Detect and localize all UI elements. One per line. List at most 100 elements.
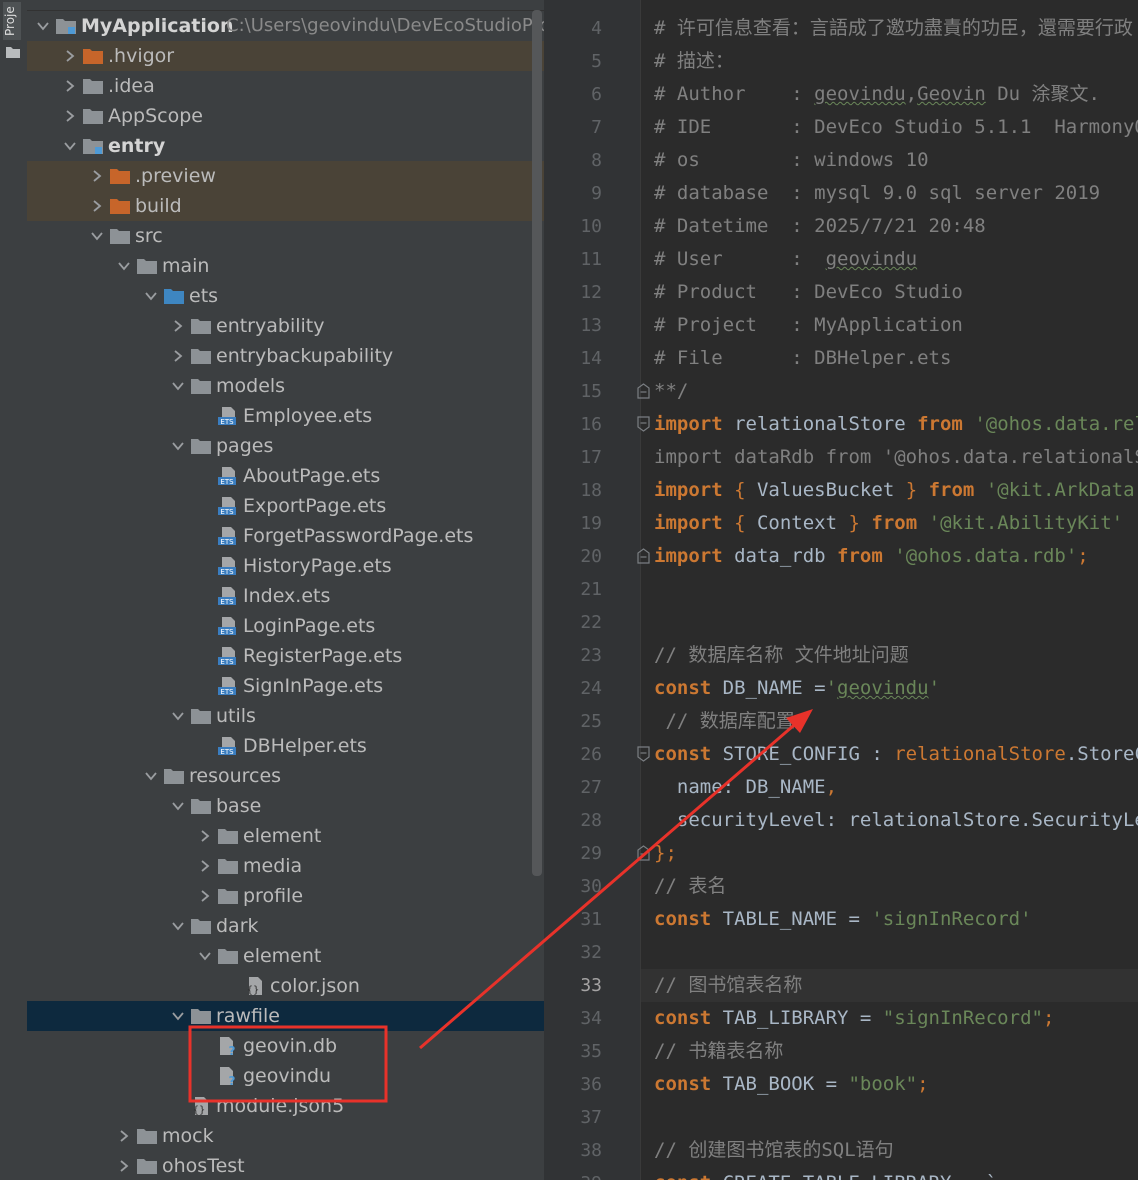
chevron-right-icon[interactable] <box>64 110 76 122</box>
code-line[interactable]: import { Context } from '@kit.AbilityKit… <box>654 507 1123 540</box>
tree-folder-item[interactable]: utils <box>27 701 544 731</box>
code-line[interactable]: # User : geovindu <box>654 243 917 276</box>
code-line[interactable]: // 数据库名称 文件地址问题 <box>654 639 909 672</box>
fold-marker-icon[interactable] <box>637 416 650 432</box>
code-line[interactable]: # Author : geovindu,Geovin Du 涂聚文. <box>654 78 1100 111</box>
project-tool-tab[interactable]: Proje <box>3 2 21 40</box>
tree-file-item[interactable]: ETS LoginPage.ets <box>27 611 544 641</box>
code-line[interactable]: import { ValuesBucket } from '@kit.ArkDa… <box>654 474 1138 507</box>
line-number[interactable]: 38 <box>544 1134 602 1167</box>
chevron-down-icon[interactable] <box>172 920 184 932</box>
line-number[interactable]: 35 <box>544 1035 602 1068</box>
code-line[interactable]: **/ <box>654 375 688 408</box>
line-number[interactable]: 33 <box>544 969 602 1002</box>
line-number[interactable]: 27 <box>544 771 602 804</box>
chevron-down-icon[interactable] <box>64 140 76 152</box>
tree-file-item[interactable]: ? geovin.db <box>27 1031 544 1061</box>
line-number[interactable]: 28 <box>544 804 602 837</box>
code-line[interactable]: # IDE : DevEco Studio 5.1.1 HarmonyOS <box>654 111 1138 144</box>
fold-marker-icon[interactable] <box>637 746 650 762</box>
code-editor[interactable]: 4 5 6 7 8 9 10 11 12 13 14 15 16 17 18 19 20 21 22 23 24 25 26… <box>544 0 1138 1180</box>
code-line[interactable]: // 数据库配置 <box>654 705 794 738</box>
line-number[interactable]: 13 <box>544 309 602 342</box>
code-line[interactable]: // 表名 <box>654 870 726 903</box>
line-number[interactable]: 37 <box>544 1101 602 1134</box>
tree-folder-item[interactable]: profile <box>27 881 544 911</box>
chevron-right-icon[interactable] <box>64 50 76 62</box>
tree-file-item[interactable]: ETS AboutPage.ets <box>27 461 544 491</box>
code-line[interactable]: name: DB_NAME, <box>654 771 837 804</box>
line-number[interactable]: 14 <box>544 342 602 375</box>
code-line[interactable]: # Project : MyApplication <box>654 309 963 342</box>
line-number[interactable]: 5 <box>544 45 602 78</box>
tree-file-item[interactable]: ETS DBHelper.ets <box>27 731 544 761</box>
line-number[interactable]: 18 <box>544 474 602 507</box>
chevron-right-icon[interactable] <box>172 320 184 332</box>
tree-folder-item[interactable]: MyApplication C:\Users\geovindu\DevEcoStu… <box>27 11 544 41</box>
chevron-right-icon[interactable] <box>118 1130 130 1142</box>
line-number[interactable]: 39 <box>544 1167 602 1180</box>
tree-file-item[interactable]: ETS RegisterPage.ets <box>27 641 544 671</box>
chevron-down-icon[interactable] <box>199 950 211 962</box>
line-number[interactable]: 29 <box>544 837 602 870</box>
tree-file-item[interactable]: ETS Employee.ets <box>27 401 544 431</box>
chevron-right-icon[interactable] <box>199 890 211 902</box>
code-line[interactable]: # File : DBHelper.ets <box>654 342 951 375</box>
tree-folder-item[interactable]: element <box>27 821 544 851</box>
chevron-down-icon[interactable] <box>118 260 130 272</box>
tree-file-item[interactable]: ETS ForgetPasswordPage.ets <box>27 521 544 551</box>
chevron-down-icon[interactable] <box>172 800 184 812</box>
code-line[interactable]: # os : windows 10 <box>654 144 929 177</box>
tree-folder-item[interactable]: rawfile <box>27 1001 544 1031</box>
tree-folder-item[interactable]: base <box>27 791 544 821</box>
code-line[interactable]: // 书籍表名称 <box>654 1035 783 1068</box>
project-tree-scrollbar[interactable] <box>532 10 542 876</box>
tree-folder-item[interactable]: media <box>27 851 544 881</box>
code-line[interactable]: // 创建图书馆表的SQL语句 <box>654 1134 894 1167</box>
tree-folder-item[interactable]: .preview <box>27 161 544 191</box>
code-line[interactable]: const CREATE_TABLE_LIBRARY = ` <box>654 1167 997 1180</box>
line-number[interactable]: 25 <box>544 705 602 738</box>
chevron-right-icon[interactable] <box>199 830 211 842</box>
line-number[interactable]: 15 <box>544 375 602 408</box>
chevron-down-icon[interactable] <box>172 710 184 722</box>
tree-folder-item[interactable]: .idea <box>27 71 544 101</box>
line-number[interactable]: 22 <box>544 606 602 639</box>
chevron-down-icon[interactable] <box>145 290 157 302</box>
code-line[interactable]: }; <box>654 837 677 870</box>
code-line[interactable]: import dataRdb from '@ohos.data.relation… <box>654 441 1138 474</box>
chevron-right-icon[interactable] <box>64 80 76 92</box>
tree-folder-item[interactable]: ohosTest <box>27 1151 544 1180</box>
line-number[interactable]: 6 <box>544 78 602 111</box>
code-line[interactable]: # Datetime : 2025/7/21 20:48 <box>654 210 986 243</box>
tree-file-item[interactable]: ETS HistoryPage.ets <box>27 551 544 581</box>
line-number[interactable]: 21 <box>544 573 602 606</box>
line-number[interactable]: 26 <box>544 738 602 771</box>
chevron-down-icon[interactable] <box>172 1010 184 1022</box>
tree-file-item[interactable]: {} color.json <box>27 971 544 1001</box>
chevron-down-icon[interactable] <box>145 770 157 782</box>
line-number[interactable]: 24 <box>544 672 602 705</box>
code-line[interactable]: // 图书馆表名称 <box>654 969 802 1002</box>
code-line[interactable]: # 描述： <box>654 45 734 78</box>
code-line[interactable]: const TAB_LIBRARY = "signInRecord"; <box>654 1002 1054 1035</box>
tree-folder-item[interactable]: ets <box>27 281 544 311</box>
line-number[interactable]: 17 <box>544 441 602 474</box>
chevron-right-icon[interactable] <box>91 200 103 212</box>
code-line[interactable]: # database : mysql 9.0 sql server 2019 <box>654 177 1100 210</box>
chevron-down-icon[interactable] <box>37 20 49 32</box>
line-number[interactable]: 36 <box>544 1068 602 1101</box>
chevron-down-icon[interactable] <box>172 380 184 392</box>
tree-folder-item[interactable]: build <box>27 191 544 221</box>
line-number[interactable]: 4 <box>544 12 602 45</box>
code-line[interactable]: const STORE_CONFIG : relationalStore.Sto… <box>654 738 1138 771</box>
fold-marker-icon[interactable] <box>637 548 650 564</box>
line-number[interactable]: 9 <box>544 177 602 210</box>
tree-file-item[interactable]: ETS Index.ets <box>27 581 544 611</box>
tree-folder-item[interactable]: entrybackupability <box>27 341 544 371</box>
tree-file-item[interactable]: ETS SignInPage.ets <box>27 671 544 701</box>
code-line[interactable]: const DB_NAME ='geovindu' <box>654 672 940 705</box>
code-line[interactable]: import data_rdb from '@ohos.data.rdb'; <box>654 540 1089 573</box>
line-number[interactable]: 11 <box>544 243 602 276</box>
tree-folder-item[interactable]: src <box>27 221 544 251</box>
